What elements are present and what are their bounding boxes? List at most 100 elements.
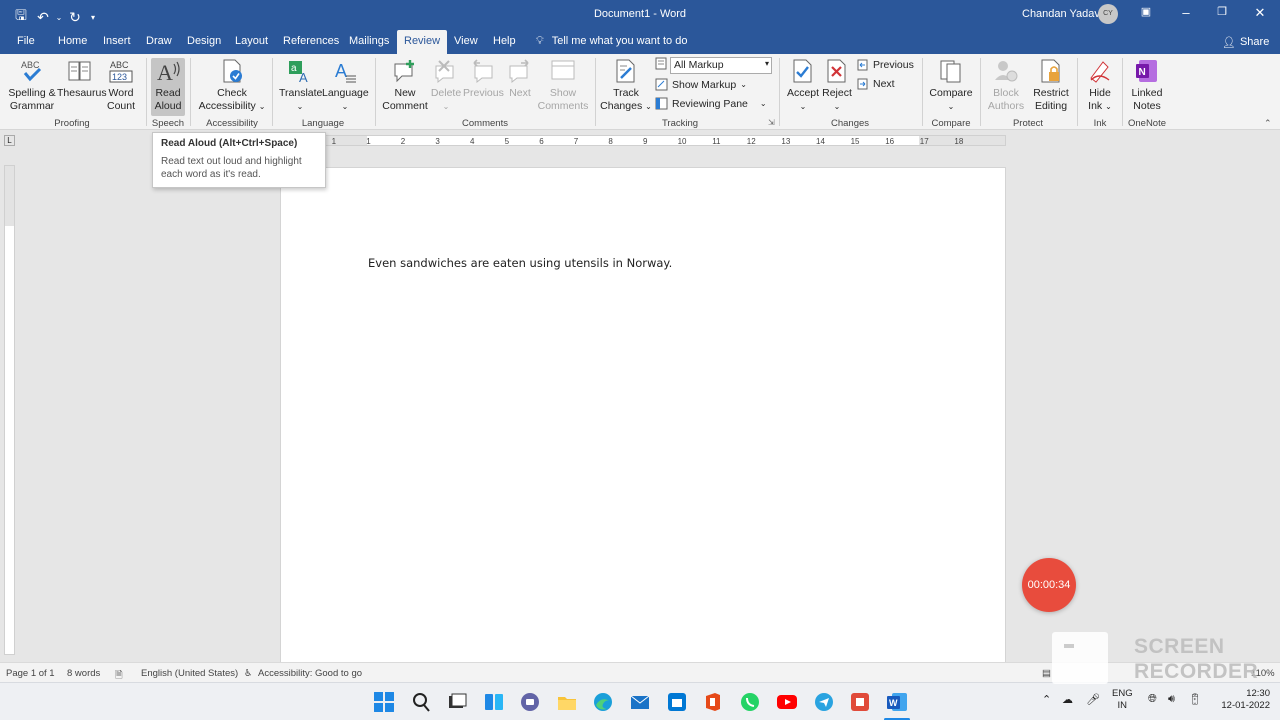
mail-icon[interactable] bbox=[629, 691, 651, 713]
tab-home[interactable]: Home bbox=[58, 35, 87, 47]
volume-icon[interactable]: 🔊︎ bbox=[1168, 693, 1175, 706]
language-button[interactable]: A Language ⌄ bbox=[322, 58, 369, 113]
tab-view[interactable]: View bbox=[454, 35, 478, 47]
tab-references[interactable]: References bbox=[283, 35, 339, 47]
ruler-number: 16 bbox=[885, 137, 894, 145]
reject-button[interactable]: Reject ⌄ bbox=[821, 58, 853, 113]
show-comments-button[interactable]: Show Comments bbox=[537, 58, 589, 113]
input-language[interactable]: ENG IN bbox=[1112, 688, 1133, 712]
next-change-button[interactable]: Next bbox=[857, 78, 895, 90]
check-accessibility-button[interactable]: Check Accessibility ⌄ bbox=[197, 58, 267, 113]
youtube-icon[interactable] bbox=[776, 691, 798, 713]
tab-layout[interactable]: Layout bbox=[235, 35, 268, 47]
previous-change-icon bbox=[857, 59, 868, 71]
search-icon[interactable] bbox=[410, 691, 432, 713]
page-count[interactable]: Page 1 of 1 bbox=[6, 668, 55, 679]
group-separator bbox=[595, 58, 596, 126]
display-for-review-select[interactable]: All Markup ▾ bbox=[670, 57, 772, 74]
weather-icon[interactable]: ☁︎ bbox=[1062, 693, 1073, 706]
network-icon[interactable]: 🌐︎ bbox=[1148, 693, 1157, 706]
task-view-icon[interactable] bbox=[446, 691, 468, 713]
ruler-number: 9 bbox=[643, 137, 648, 145]
store-icon[interactable] bbox=[666, 691, 688, 713]
ruler-number: 3 bbox=[435, 137, 440, 145]
hide-ink-button[interactable]: Hide Ink ⌄ bbox=[1082, 58, 1118, 113]
word-app-icon[interactable]: W bbox=[886, 691, 908, 713]
ruler-number: 11 bbox=[712, 137, 721, 145]
group-label-protect: Protect bbox=[1012, 118, 1044, 129]
tab-draw[interactable]: Draw bbox=[146, 35, 172, 47]
group-label-proofing: Proofing bbox=[54, 118, 90, 129]
widgets-icon[interactable] bbox=[483, 691, 505, 713]
compare-icon bbox=[940, 60, 961, 83]
screen-recorder-app-icon[interactable] bbox=[849, 691, 871, 713]
tab-design[interactable]: Design bbox=[187, 35, 221, 47]
reviewing-pane-button[interactable]: Reviewing Pane ⌄ bbox=[655, 97, 767, 110]
read-aloud-icon: A bbox=[157, 60, 180, 84]
track-changes-button[interactable]: Track Changes ⌄ bbox=[600, 58, 652, 113]
block-authors-button[interactable]: Block Authors bbox=[986, 58, 1026, 113]
recording-timer[interactable]: 00:00:34 bbox=[1022, 558, 1076, 612]
battery-icon[interactable]: 🔋︎ bbox=[1188, 693, 1202, 706]
clock[interactable]: 12:30 12-01-2022 bbox=[1210, 688, 1270, 712]
tell-me-search[interactable]: 💡︎ Tell me what you want to do bbox=[536, 35, 687, 48]
document-paragraph[interactable]: Even sandwiches are eaten using utensils… bbox=[368, 256, 672, 270]
ruler-number: 4 bbox=[470, 137, 475, 145]
previous-comment-button[interactable]: Previous bbox=[463, 58, 504, 100]
windows-start-icon[interactable] bbox=[373, 691, 395, 713]
taskbar: W ⌃ ☁︎ 🎤︎ ENG IN 🌐︎ 🔊︎ 🔋︎ 12:30 12-01-2022 bbox=[0, 682, 1280, 720]
spelling-grammar-button[interactable]: ABC Spelling & Grammar bbox=[6, 58, 58, 113]
tab-review[interactable]: Review bbox=[397, 30, 448, 54]
compare-button[interactable]: Compare ⌄ bbox=[928, 58, 974, 113]
previous-change-button[interactable]: Previous bbox=[857, 59, 914, 71]
telegram-icon[interactable] bbox=[813, 691, 835, 713]
show-hidden-icons[interactable]: ⌃ bbox=[1042, 693, 1051, 706]
next-comment-button[interactable]: Next bbox=[505, 58, 535, 100]
office-icon[interactable] bbox=[702, 691, 724, 713]
document-page[interactable]: Even sandwiches are eaten using utensils… bbox=[280, 167, 1006, 663]
close-button[interactable]: ✕ bbox=[1250, 5, 1270, 21]
file-explorer-icon[interactable] bbox=[556, 691, 578, 713]
restore-button[interactable]: ❐ bbox=[1212, 5, 1232, 18]
tab-help[interactable]: Help bbox=[493, 35, 516, 47]
linked-notes-button[interactable]: N Linked Notes bbox=[1127, 58, 1167, 113]
minimize-button[interactable]: – bbox=[1176, 5, 1196, 20]
thesaurus-button[interactable]: Thesaurus bbox=[57, 58, 107, 100]
read-aloud-tooltip: Read Aloud (Alt+Ctrl+Space) Read text ou… bbox=[152, 132, 326, 188]
tab-file[interactable]: File bbox=[17, 35, 35, 47]
recorder-widget[interactable] bbox=[1052, 632, 1108, 684]
ruler-number: 15 bbox=[851, 137, 860, 145]
accept-button[interactable]: Accept ⌄ bbox=[785, 58, 821, 113]
web-layout-icon[interactable]: ▤ bbox=[1042, 668, 1051, 679]
tab-insert[interactable]: Insert bbox=[103, 35, 131, 47]
delete-comment-button[interactable]: Delete ⌄ bbox=[430, 58, 462, 113]
ruler-number: 13 bbox=[781, 137, 790, 145]
word-count[interactable]: 8 words bbox=[67, 668, 100, 679]
accessibility-status[interactable]: Accessibility: Good to go bbox=[258, 668, 362, 679]
restrict-editing-button[interactable]: Restrict Editing bbox=[1030, 58, 1072, 113]
new-comment-button[interactable]: New Comment bbox=[382, 58, 428, 113]
read-aloud-button[interactable]: A Read Aloud bbox=[151, 58, 185, 116]
language-status[interactable]: English (United States) bbox=[141, 668, 238, 679]
show-markup-button[interactable]: Show Markup ⌄ bbox=[655, 78, 747, 91]
ruler-number: 2 bbox=[401, 137, 406, 145]
translate-button[interactable]: aA Translate ⌄ bbox=[279, 58, 322, 113]
collapse-ribbon-icon[interactable]: ⌃ bbox=[1264, 118, 1272, 129]
microphone-icon[interactable]: 🎤︎ bbox=[1086, 693, 1100, 706]
horizontal-ruler[interactable]: 21123456789101112131415161718 bbox=[280, 135, 1006, 146]
tracking-options-launcher-icon[interactable]: ⇲ bbox=[768, 118, 775, 127]
tab-mailings[interactable]: Mailings bbox=[349, 35, 389, 47]
edge-browser-icon[interactable] bbox=[592, 691, 614, 713]
ribbon-display-options-icon[interactable]: ▣ bbox=[1136, 5, 1156, 18]
whatsapp-icon[interactable] bbox=[739, 691, 761, 713]
ruler-number: 7 bbox=[574, 137, 579, 145]
chat-icon[interactable] bbox=[519, 691, 541, 713]
share-button[interactable]: 👤︎ Share bbox=[1222, 36, 1269, 49]
vertical-ruler[interactable] bbox=[4, 165, 15, 655]
tab-selector[interactable]: L bbox=[4, 135, 15, 146]
avatar[interactable]: CY bbox=[1098, 4, 1118, 24]
delete-comment-icon bbox=[435, 60, 454, 84]
svg-text:a: a bbox=[291, 63, 297, 74]
user-name[interactable]: Chandan Yadav bbox=[1022, 8, 1100, 20]
word-count-button[interactable]: ABC 123 Word Count bbox=[104, 58, 138, 113]
